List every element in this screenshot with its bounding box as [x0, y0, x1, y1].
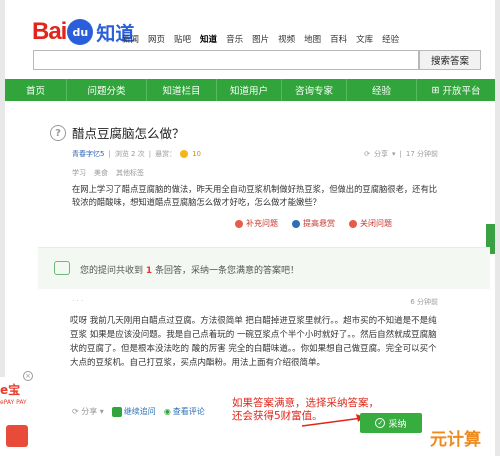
nav-web[interactable]: 网页	[148, 33, 165, 45]
nav-jingyan[interactable]: 经验	[382, 33, 399, 45]
nav-map[interactable]: 地图	[304, 33, 321, 45]
greennav-users[interactable]: 知道用户	[217, 79, 282, 101]
tag-item[interactable]: 其他标签	[116, 168, 144, 178]
top-nav: 新闻 网页 贴吧 知道 音乐 图片 视频 地图 百科 文库 经验	[122, 33, 399, 45]
baidu-logo[interactable]: Bai du 知道	[32, 18, 134, 46]
grid-icon: ⊞	[431, 84, 440, 96]
nav-music[interactable]: 音乐	[226, 33, 243, 45]
answerer-username[interactable]: · · ·	[72, 297, 83, 305]
eye-icon: ◉	[163, 407, 171, 416]
nav-wenku[interactable]: 文库	[356, 33, 373, 45]
question-tags: 学习 美食 其他标签	[72, 168, 144, 178]
close-icon	[349, 219, 357, 228]
raise-label: 提高悬赏	[303, 219, 335, 228]
dropdown-icon: ▾	[99, 407, 104, 416]
coin-icon	[180, 150, 189, 158]
answer-actions: ⟳ 分享 ▾ 继续追问 ◉ 查看评论	[72, 406, 205, 417]
reward-value: 10	[192, 150, 202, 158]
supplement-label: 补充问题	[246, 219, 278, 228]
ask-icon	[111, 406, 122, 417]
main-nav-bar: 首页 问题分类 知道栏目 知道用户 咨询专家 经验 ⊞ 开放平台	[5, 79, 495, 101]
side-ad[interactable]: × e宝 ePAY PAY	[0, 371, 33, 456]
banner-prefix: 您的提问共收到	[80, 266, 144, 276]
dropdown-icon[interactable]: ▾	[392, 150, 396, 158]
close-question-button[interactable]: 关闭问题	[349, 218, 392, 229]
ad-subtitle: ePAY PAY	[0, 399, 27, 406]
reward-label: 悬赏：	[155, 150, 177, 158]
share-icon[interactable]: ⟳	[364, 150, 370, 158]
greennav-open-platform[interactable]: ⊞ 开放平台	[417, 79, 495, 101]
meta-separator: |	[108, 150, 111, 158]
greennav-home[interactable]: 首页	[5, 79, 67, 101]
view-comment-label: 查看评论	[172, 407, 205, 416]
greennav-experts[interactable]: 咨询专家	[282, 79, 347, 101]
search-button[interactable]: 搜索答案	[419, 50, 481, 70]
watermark-logo: 元计算	[430, 430, 481, 450]
view-comment-button[interactable]: ◉ 查看评论	[164, 406, 205, 417]
tag-item[interactable]: 学习	[72, 168, 86, 178]
smile-icon	[54, 261, 70, 275]
paw-icon: du	[67, 19, 94, 45]
tag-item[interactable]: 美食	[94, 168, 108, 178]
answer-time: 6 分钟前	[410, 298, 438, 306]
answer-count: 1	[145, 266, 153, 276]
nav-images[interactable]: 图片	[252, 33, 269, 45]
supplement-question-button[interactable]: 补充问题	[235, 218, 278, 229]
logo-bai-text: Bai	[32, 18, 67, 45]
answer-share-link[interactable]: ⟳ 分享 ▾	[72, 406, 104, 417]
greennav-columns[interactable]: 知道栏目	[147, 79, 217, 101]
banner-text: 您的提问共收到 1 条回答，采纳一条您满意的答案吧！	[80, 263, 299, 276]
answer-share-label: 分享	[81, 407, 98, 416]
continue-ask-button[interactable]: 继续追问	[111, 406, 156, 417]
close-label: 关闭问题	[360, 219, 392, 228]
view-count: 浏览 2 次	[114, 150, 145, 158]
search-input[interactable]	[33, 50, 419, 70]
close-icon[interactable]: ×	[23, 371, 33, 381]
answer-count-banner: 您的提问共收到 1 条回答，采纳一条您满意的答案吧！	[38, 247, 490, 289]
greennav-open-platform-label: 开放平台	[442, 86, 481, 97]
meta-separator: |	[399, 150, 402, 158]
question-body: 在网上学习了醋点豆腐脑的做法，昨天用全自动豆浆机制做好热豆浆，但做出的豆腐脑很老…	[72, 184, 438, 207]
greennav-experience[interactable]: 经验	[347, 79, 417, 101]
question-time: 17 分钟前	[405, 150, 438, 158]
share-icon: ⟳	[72, 407, 79, 416]
banner-suffix: 条回答，采纳一条您满意的答案吧！	[155, 266, 300, 276]
ad-image	[6, 425, 28, 447]
question-right-meta: ⟳ 分享 ▾ | 17 分钟前	[364, 149, 438, 159]
asker-username[interactable]: 青春字忆5	[72, 149, 104, 159]
meta-separator: |	[148, 150, 152, 158]
question-icon: ?	[50, 125, 66, 141]
ad-title: e宝	[0, 383, 21, 397]
plus-icon	[235, 219, 243, 228]
raise-icon	[292, 219, 300, 228]
nav-baike[interactable]: 百科	[330, 33, 347, 45]
adopt-answer-button[interactable]: ✓ 采纳	[360, 413, 422, 433]
greennav-categories[interactable]: 问题分类	[67, 79, 147, 101]
check-icon: ✓	[375, 418, 386, 428]
question-meta: 青春字忆5 | 浏览 2 次 | 悬赏： 10	[72, 149, 201, 159]
nav-news[interactable]: 新闻	[122, 33, 139, 45]
continue-ask-label: 继续追问	[123, 407, 156, 416]
nav-video[interactable]: 视频	[278, 33, 295, 45]
nav-tieba[interactable]: 贴吧	[174, 33, 191, 45]
adopt-label: 采纳	[388, 419, 407, 430]
question-actions: 补充问题 提高悬赏 关闭问题	[235, 218, 392, 229]
question-title: 醋点豆腐脑怎么做？	[72, 126, 185, 141]
raise-reward-button[interactable]: 提高悬赏	[292, 218, 335, 229]
nav-zhidao[interactable]: 知道	[200, 33, 217, 45]
share-link[interactable]: 分享	[374, 149, 388, 159]
answer-body: 哎呀 我前几天刚用白醋点过豆腐。方法很简单 把白醋掉进豆浆里就行。。超市买的不知…	[70, 316, 437, 368]
